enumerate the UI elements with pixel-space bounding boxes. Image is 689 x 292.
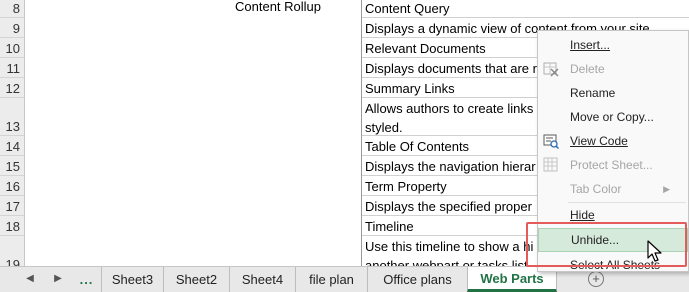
row-header[interactable]: 13 <box>0 98 25 136</box>
more-sheets-button[interactable]: ... <box>72 267 102 292</box>
submenu-arrow-icon: ▶ <box>663 183 670 194</box>
cell-a[interactable]: Content Rollup <box>25 0 362 18</box>
menu-item-tab-color[interactable]: Tab Color ▶ <box>538 177 688 201</box>
cell-a-text: Content Rollup <box>235 0 321 14</box>
menu-item-view-code[interactable]: View Code <box>538 129 688 153</box>
menu-item-label: Hide <box>570 208 595 222</box>
tab-sheet4[interactable]: Sheet4 <box>230 267 296 292</box>
row-header[interactable]: 12 <box>0 78 25 98</box>
cell-a[interactable] <box>25 78 362 98</box>
cell-a[interactable] <box>25 136 362 156</box>
menu-item-label: Delete <box>570 62 605 76</box>
menu-item-move-or-copy[interactable]: Move or Copy... <box>538 105 688 129</box>
tab-file-plan[interactable]: file plan <box>296 267 368 292</box>
cell-b-text: Displays documents that are r <box>365 61 537 76</box>
cell-a[interactable] <box>25 176 362 196</box>
cell-a[interactable] <box>25 58 362 78</box>
row-header[interactable]: 19 <box>0 236 25 266</box>
cell-a[interactable] <box>25 236 362 266</box>
menu-item-delete[interactable]: Delete <box>538 57 688 81</box>
tab-office-plans[interactable]: Office plans <box>368 267 468 292</box>
scroll-right-icon[interactable]: ▶ <box>50 271 66 287</box>
row-header[interactable]: 8 <box>0 0 25 18</box>
menu-item-label: Move or Copy... <box>570 110 654 124</box>
row-header[interactable]: 9 <box>0 18 25 38</box>
row-header[interactable]: 16 <box>0 176 25 196</box>
delete-sheet-icon <box>542 60 560 78</box>
menu-item-label: View Code <box>570 134 628 148</box>
menu-item-insert[interactable]: Insert... <box>538 33 688 57</box>
mouse-pointer-icon <box>647 240 665 264</box>
cell-a[interactable] <box>25 18 362 38</box>
menu-item-protect-sheet[interactable]: Protect Sheet... <box>538 153 688 177</box>
scroll-left-icon[interactable]: ◀ <box>22 271 38 287</box>
menu-item-label: Insert... <box>570 38 611 52</box>
tab-sheet2[interactable]: Sheet2 <box>164 267 230 292</box>
protect-sheet-icon <box>542 156 560 174</box>
cell-a[interactable] <box>25 156 362 176</box>
menu-item-rename[interactable]: Rename <box>538 81 688 105</box>
row-header[interactable]: 17 <box>0 196 25 216</box>
row-header[interactable]: 11 <box>0 58 25 78</box>
row-header[interactable]: 10 <box>0 38 25 58</box>
cell-a[interactable] <box>25 196 362 216</box>
cell-b[interactable]: Content Query <box>362 0 689 18</box>
cell-a[interactable] <box>25 38 362 58</box>
menu-item-label: Rename <box>570 86 616 100</box>
row-header[interactable]: 18 <box>0 216 25 236</box>
view-code-icon <box>542 132 560 150</box>
cell-b-text: Allows authors to create links <box>365 101 534 116</box>
table-row: 8 Content Rollup Content Query <box>0 0 689 18</box>
menu-item-label: Tab Color <box>570 182 622 196</box>
tab-sheet3[interactable]: Sheet3 <box>102 267 164 292</box>
cell-a[interactable] <box>25 98 362 136</box>
row-header[interactable]: 15 <box>0 156 25 176</box>
row-header[interactable]: 14 <box>0 136 25 156</box>
menu-item-label: Protect Sheet... <box>570 158 653 172</box>
cell-a[interactable] <box>25 216 362 236</box>
